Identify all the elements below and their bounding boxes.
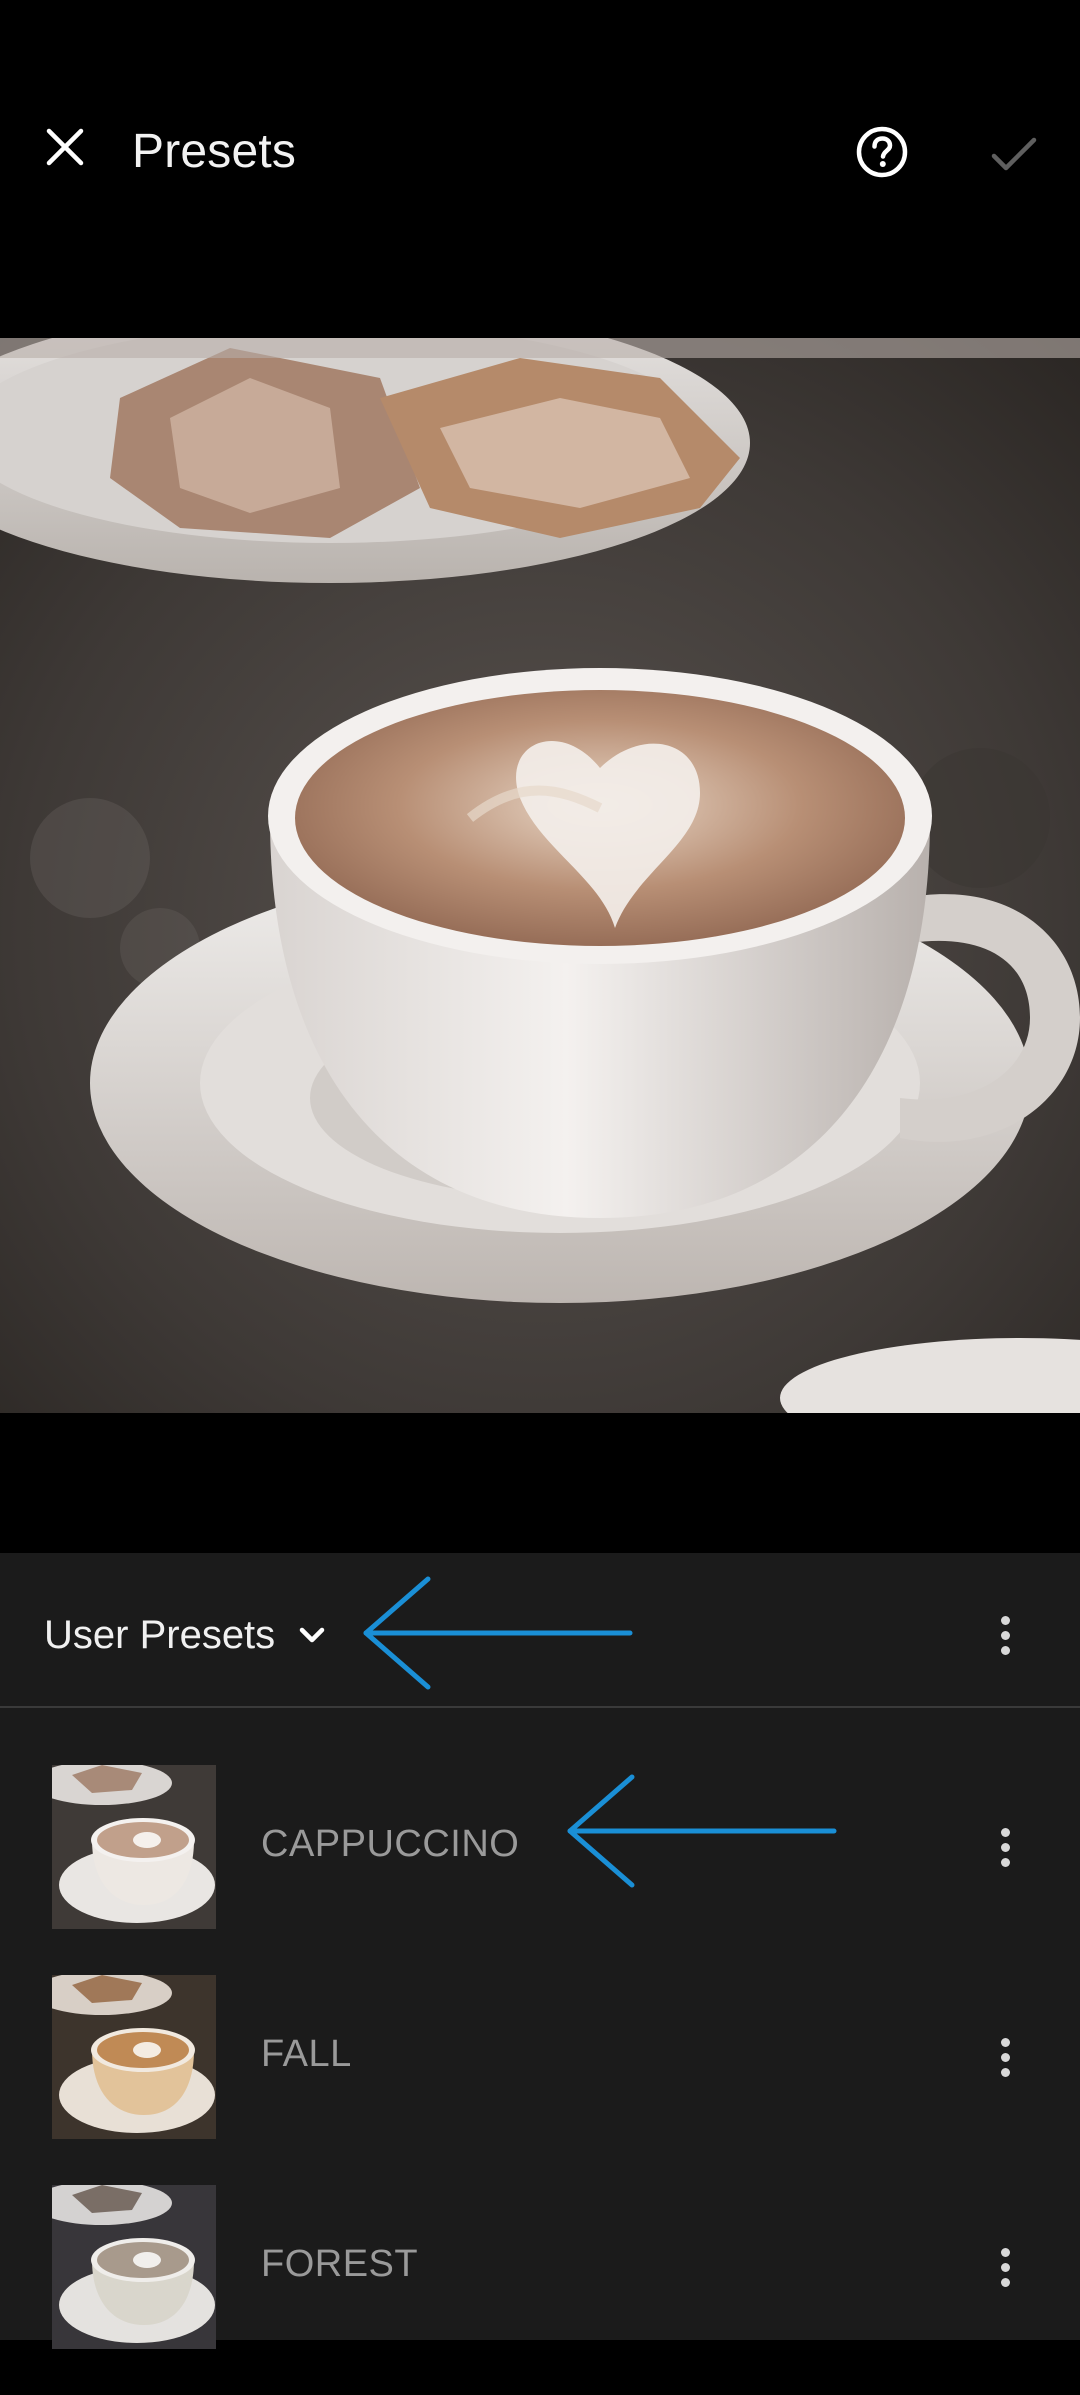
checkmark-icon [991, 137, 1037, 171]
close-icon [46, 128, 84, 166]
preset-item-forest[interactable]: FOREST [0, 2185, 1080, 2395]
preset-group-dropdown[interactable]: User Presets [44, 1605, 327, 1665]
more-vertical-icon[interactable] [985, 2027, 1025, 2087]
annotation-arrow-icon [363, 1576, 633, 1690]
preset-thumbnail [52, 1975, 216, 2139]
help-circle-icon [856, 126, 908, 178]
cappuccino-photo [0, 338, 1080, 1413]
presets-panel: User Presets CAPPUCCINO FALL FOREST [0, 1553, 1080, 2349]
close-button[interactable] [36, 118, 94, 176]
preset-thumbnail [52, 1765, 216, 1929]
chevron-down-icon [297, 1620, 327, 1650]
page-title: Presets [132, 125, 297, 178]
preset-thumbnail [52, 2185, 216, 2349]
annotation-arrow-icon [567, 1774, 837, 1888]
more-vertical-icon[interactable] [985, 1817, 1025, 1877]
top-bar: Presets [0, 0, 1080, 338]
photo-preview [0, 338, 1080, 1413]
preset-group-label: User Presets [44, 1612, 276, 1657]
preset-name: FOREST [261, 2243, 419, 2285]
confirm-button[interactable] [988, 128, 1040, 180]
more-vertical-icon[interactable] [985, 2237, 1025, 2297]
more-vertical-icon[interactable] [985, 1605, 1025, 1665]
help-button[interactable] [854, 124, 910, 180]
preset-name: CAPPUCCINO [261, 1823, 520, 1865]
preset-item-fall[interactable]: FALL [0, 1975, 1080, 2185]
preset-group-header: User Presets [0, 1553, 1080, 1708]
preset-name: FALL [261, 2033, 352, 2075]
preset-item-cappuccino[interactable]: CAPPUCCINO [0, 1765, 1080, 1975]
